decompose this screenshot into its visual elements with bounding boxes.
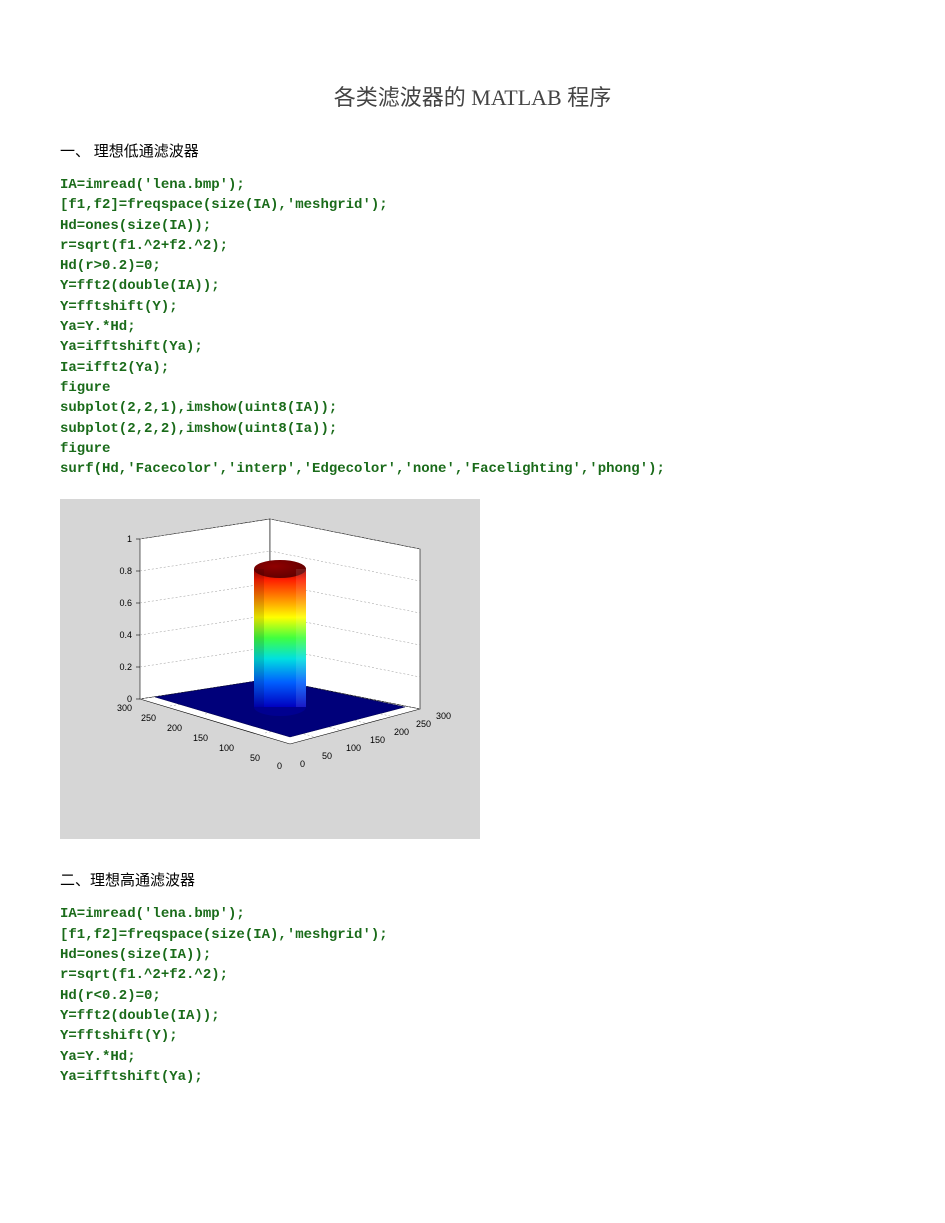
svg-text:200: 200 xyxy=(167,723,182,733)
svg-text:250: 250 xyxy=(416,719,431,729)
svg-text:100: 100 xyxy=(219,743,234,753)
page-title: 各类滤波器的 MATLAB 程序 xyxy=(60,80,885,112)
svg-text:150: 150 xyxy=(370,735,385,745)
svg-text:50: 50 xyxy=(322,751,332,761)
svg-text:0.8: 0.8 xyxy=(119,566,132,576)
svg-text:300: 300 xyxy=(117,703,132,713)
section-heading-2: 二、理想高通滤波器 xyxy=(60,869,885,890)
code-block-1: IA=imread('lena.bmp'); [f1,f2]=freqspace… xyxy=(60,175,885,479)
svg-text:100: 100 xyxy=(346,743,361,753)
surf-plot-figure: 0 0.2 0.4 0.6 0.8 1 300 250 200 150 100 … xyxy=(60,499,480,839)
svg-text:150: 150 xyxy=(193,733,208,743)
svg-text:0.6: 0.6 xyxy=(119,598,132,608)
svg-text:300: 300 xyxy=(436,711,451,721)
surf-plot-svg: 0 0.2 0.4 0.6 0.8 1 300 250 200 150 100 … xyxy=(60,499,480,839)
svg-text:0: 0 xyxy=(300,759,305,769)
document-page: 各类滤波器的 MATLAB 程序 一、 理想低通滤波器 IA=imread('l… xyxy=(0,0,945,1147)
section-heading-1: 一、 理想低通滤波器 xyxy=(60,140,885,161)
svg-text:50: 50 xyxy=(250,753,260,763)
code-block-2: IA=imread('lena.bmp'); [f1,f2]=freqspace… xyxy=(60,904,885,1087)
svg-text:0.2: 0.2 xyxy=(119,662,132,672)
svg-text:0: 0 xyxy=(277,761,282,771)
svg-text:200: 200 xyxy=(394,727,409,737)
svg-text:1: 1 xyxy=(127,534,132,544)
z-axis-ticks: 0 0.2 0.4 0.6 0.8 1 xyxy=(119,534,132,704)
svg-text:0.4: 0.4 xyxy=(119,630,132,640)
svg-text:250: 250 xyxy=(141,713,156,723)
